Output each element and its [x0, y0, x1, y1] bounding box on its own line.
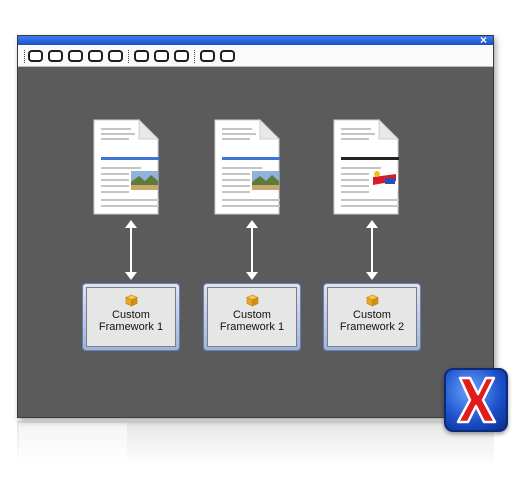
toolbar-button[interactable]	[200, 50, 215, 62]
package-icon	[245, 294, 259, 307]
toolbar-button[interactable]	[108, 50, 123, 62]
framework-panel: Custom Framework 1	[86, 287, 176, 347]
bidirectional-arrow-icon	[246, 220, 258, 280]
landscape-image-icon	[252, 171, 279, 190]
toolbar	[18, 45, 493, 67]
framework-panel: Custom Framework 2	[327, 287, 417, 347]
framework-box[interactable]: Custom Framework 1	[203, 283, 301, 351]
framework-panel: Custom Framework 1	[207, 287, 297, 347]
toolbar-button[interactable]	[154, 50, 169, 62]
document-icon[interactable]	[214, 119, 280, 215]
toolbar-button[interactable]	[88, 50, 103, 62]
toolbar-button[interactable]	[48, 50, 63, 62]
toolbar-button[interactable]	[174, 50, 189, 62]
toolbar-separator	[128, 50, 129, 63]
landscape-image-icon	[131, 171, 158, 190]
framework-label-line2: Framework 2	[339, 321, 405, 333]
oxygen-x-logo	[444, 368, 508, 432]
toolbar-button[interactable]	[220, 50, 235, 62]
toolbar-button[interactable]	[68, 50, 83, 62]
framework-label-line1: Custom	[233, 309, 271, 321]
toolbar-separator	[24, 50, 25, 63]
title-bar: ×	[18, 33, 493, 47]
framework-box[interactable]: Custom Framework 2	[323, 283, 421, 351]
package-icon	[124, 294, 138, 307]
package-icon	[365, 294, 379, 307]
flag-image-icon	[371, 171, 398, 189]
framework-label-line1: Custom	[353, 309, 391, 321]
framework-label-line2: Framework 1	[219, 321, 285, 333]
toolbar-separator	[194, 50, 195, 63]
document-icon[interactable]	[93, 119, 159, 215]
framework-label-line2: Framework 1	[98, 321, 164, 333]
bidirectional-arrow-icon	[366, 220, 378, 280]
framework-label-line1: Custom	[112, 309, 150, 321]
document-icon[interactable]	[333, 119, 399, 215]
framework-box[interactable]: Custom Framework 1	[82, 283, 180, 351]
x-logo-icon	[456, 376, 497, 424]
reflection-highlight	[19, 423, 127, 463]
toolbar-button[interactable]	[28, 50, 43, 62]
bidirectional-arrow-icon	[125, 220, 137, 280]
toolbar-button[interactable]	[134, 50, 149, 62]
